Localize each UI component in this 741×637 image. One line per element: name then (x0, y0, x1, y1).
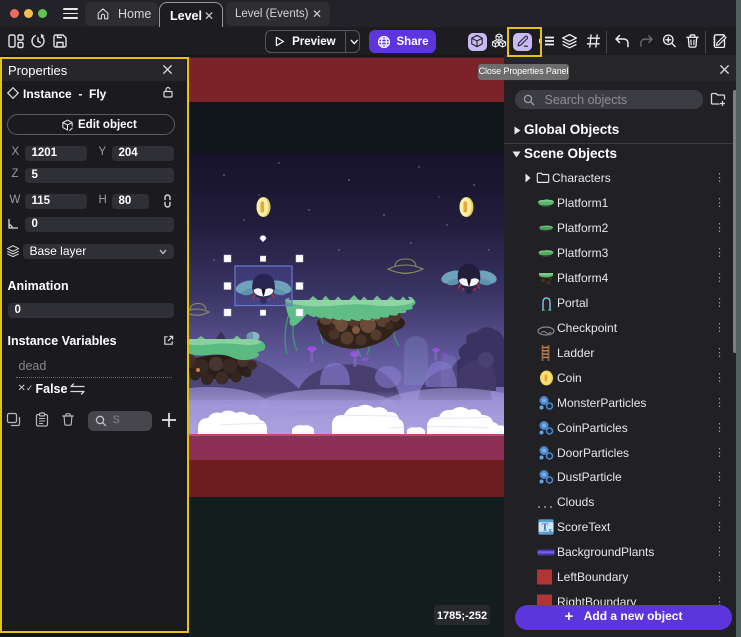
svg-text:1785;-252: 1785;-252 (437, 610, 487, 622)
svg-text:T: T (542, 523, 549, 534)
